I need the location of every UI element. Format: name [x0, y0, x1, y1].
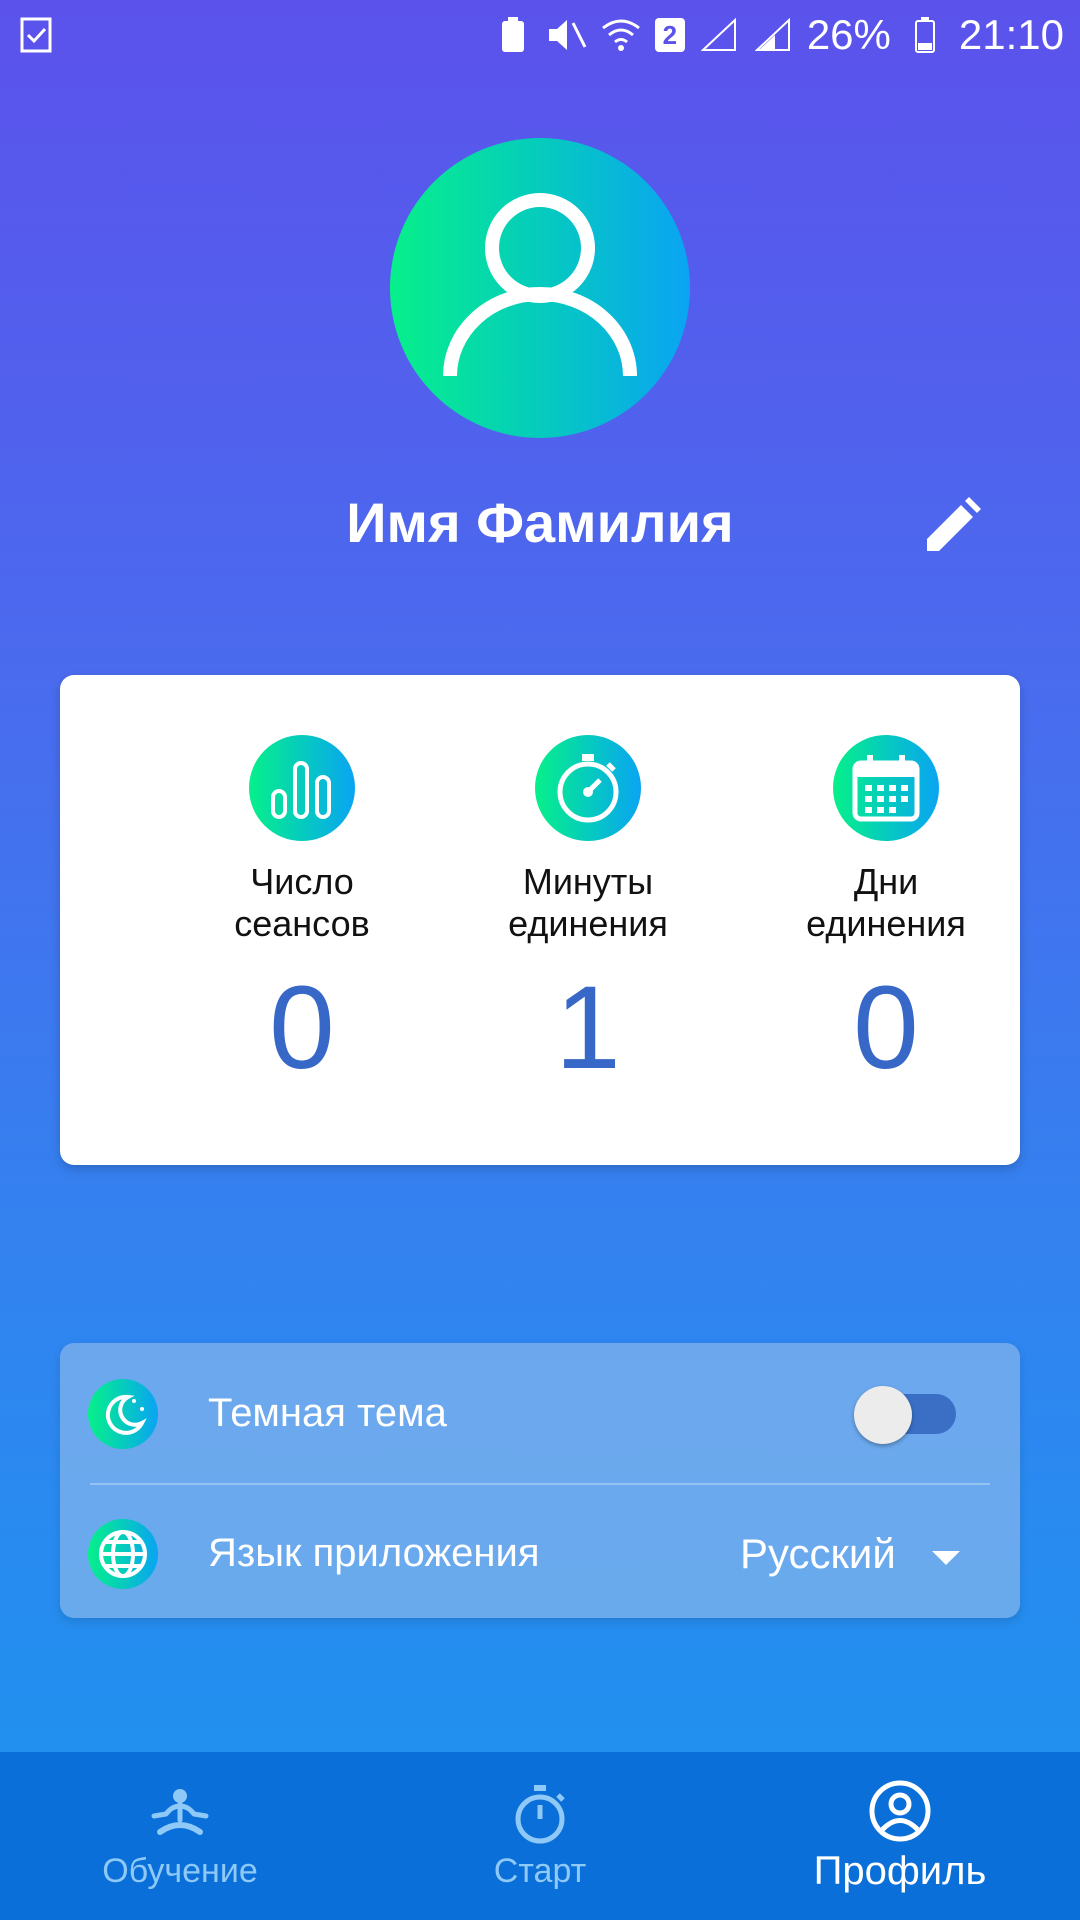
dark-theme-toggle[interactable] [854, 1385, 956, 1444]
profile-icon [868, 1779, 932, 1843]
mute-icon [547, 15, 587, 55]
person-outline-icon [443, 193, 637, 377]
setting-dark-theme[interactable]: Темная тема [60, 1345, 1020, 1482]
stat-minutes: Минуты единения 1 [438, 675, 738, 1093]
avatar[interactable] [390, 138, 690, 438]
signal-icon [699, 15, 739, 55]
stopwatch-icon [508, 1782, 572, 1846]
nav-item-profile[interactable]: Профиль [720, 1752, 1080, 1920]
stat-value: 0 [853, 962, 919, 1094]
stats-card: Число сеансов 0 Минуты единения 1 Дни ед… [60, 675, 1020, 1165]
nav-item-start[interactable]: Старт [360, 1752, 720, 1920]
calendar-icon [833, 735, 939, 841]
battery-percent: 26% [806, 11, 891, 58]
meditation-icon [148, 1782, 212, 1846]
settings-card: Темная тема Язык приложения Русский [60, 1343, 1020, 1618]
status-bar: 2 26% 21:10 [0, 0, 1080, 70]
language-dropdown[interactable]: Русский [740, 1530, 960, 1578]
setting-label: Язык приложения [208, 1531, 540, 1575]
battery-icon [905, 15, 945, 55]
stat-label: Дни единения [806, 861, 966, 944]
sim-badge: 2 [654, 18, 685, 52]
caret-down-icon [931, 1550, 960, 1565]
stopwatch-icon [535, 735, 641, 841]
stat-value: 0 [269, 962, 335, 1094]
edit-profile-button[interactable] [920, 494, 984, 558]
language-value: Русский [740, 1529, 896, 1577]
nav-item-learning[interactable]: Обучение [0, 1752, 360, 1920]
bar-chart-icon [249, 735, 355, 841]
battery-saver-icon [493, 15, 533, 55]
setting-language[interactable]: Язык приложения Русский [60, 1485, 1020, 1622]
moon-icon [88, 1378, 158, 1449]
nav-label: Профиль [813, 1848, 987, 1893]
nav-label: Старт [493, 1851, 587, 1890]
toggle-knob [854, 1385, 912, 1444]
stat-days: Дни единения 0 [736, 675, 1036, 1093]
globe-icon [88, 1518, 158, 1589]
stat-sessions: Число сеансов 0 [152, 675, 452, 1093]
wifi-icon [601, 15, 641, 55]
bottom-nav: Обучение Старт Профиль [0, 1752, 1080, 1920]
user-name: Имя Фамилия [346, 491, 734, 554]
clock: 21:10 [958, 11, 1064, 58]
stat-value: 1 [555, 962, 621, 1094]
nav-label: Обучение [102, 1851, 258, 1890]
stat-label: Минуты единения [508, 861, 668, 944]
stat-label: Число сеансов [234, 861, 370, 944]
pencil-icon [927, 497, 981, 551]
signal-icon [753, 15, 793, 55]
task-checklist-icon [16, 15, 56, 55]
setting-label: Темная тема [208, 1391, 447, 1435]
